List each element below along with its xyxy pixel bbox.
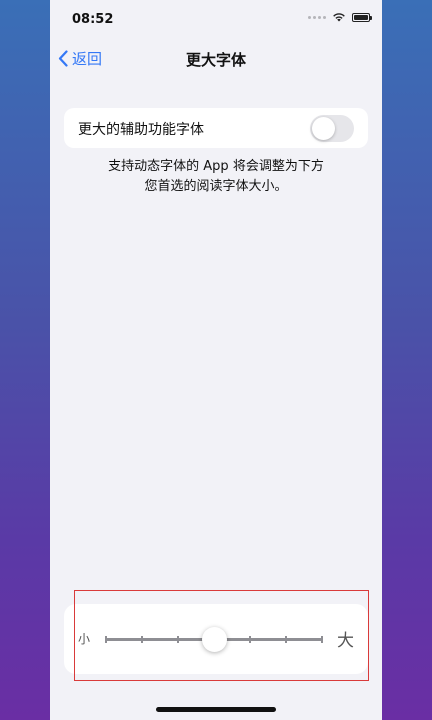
slider-tick: [285, 636, 287, 643]
font-size-slider-card: 小 大: [64, 604, 368, 674]
battery-icon: [352, 12, 372, 22]
page-title: 更大字体: [185, 51, 246, 69]
slider-tick: [105, 636, 107, 643]
description-line-2: 您首选的阅读字体大小。: [144, 179, 288, 194]
phone-screen: 08:52 返回 更大字体 更大的辅助功能字体 支持动态字体的 App 将会调整…: [50, 0, 382, 720]
status-time: 08:52: [72, 12, 114, 27]
toggle-knob: [312, 117, 335, 140]
status-bar: 08:52: [50, 0, 382, 40]
slider-tick: [249, 636, 251, 643]
description-text: 支持动态字体的 App 将会调整为下方 您首选的阅读字体大小。: [64, 157, 368, 197]
small-font-label: 小: [78, 632, 91, 646]
large-font-label: 大: [337, 631, 354, 651]
navigation-bar: 返回 更大字体: [50, 44, 382, 74]
slider-thumb[interactable]: [201, 627, 227, 652]
slider-tick: [177, 636, 179, 643]
slider-tick: [321, 636, 323, 643]
description-line-1: 支持动态字体的 App 将会调整为下方: [108, 159, 324, 174]
home-indicator: [156, 707, 276, 712]
slider-tick: [141, 636, 143, 643]
larger-accessibility-label: 更大的辅助功能字体: [78, 122, 204, 138]
wifi-icon: [333, 13, 345, 22]
signal-icon: [308, 15, 326, 19]
larger-accessibility-row: 更大的辅助功能字体: [64, 108, 368, 148]
font-size-slider[interactable]: [105, 627, 323, 652]
status-icons: [308, 12, 372, 22]
larger-accessibility-toggle[interactable]: [310, 115, 354, 142]
